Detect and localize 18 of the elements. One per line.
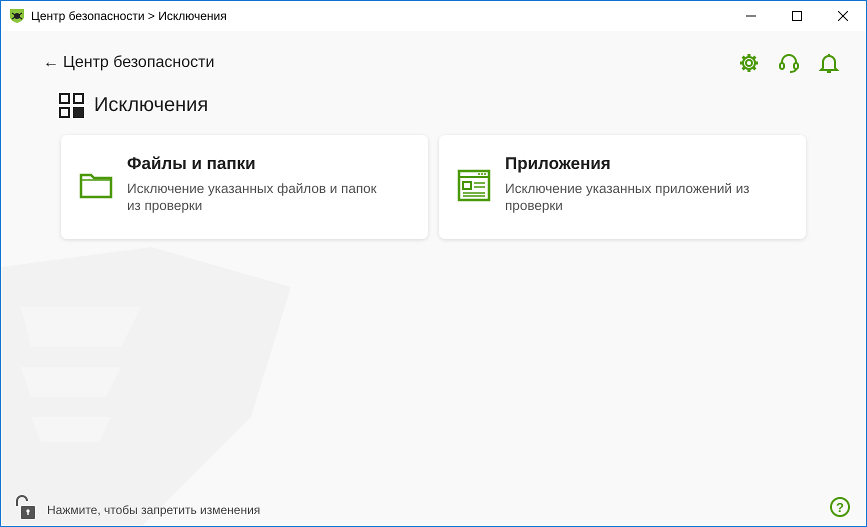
settings-icon[interactable] (738, 52, 760, 74)
window-title: Центр безопасности > Исключения (31, 9, 228, 23)
status-text[interactable]: Нажмите, чтобы запретить изменения (47, 497, 830, 517)
app-window-icon (457, 168, 491, 202)
notifications-icon[interactable] (818, 52, 840, 74)
page-title: Исключения (94, 94, 208, 117)
category-card[interactable]: Файлы и папки Исключение указанных файлов и папок из проверки (61, 135, 428, 239)
headset-icon[interactable] (778, 52, 800, 74)
maximize-icon[interactable] (792, 11, 802, 21)
close-icon[interactable] (838, 11, 848, 21)
card-description: Исключение указанных файлов и папок из проверки (127, 180, 378, 214)
spider-logo-icon (9, 8, 25, 24)
card-description: Исключение указанных приложений из проверки (505, 180, 750, 214)
category-card[interactable]: Приложения Исключение указанных приложений из проверки (439, 135, 806, 239)
card-title: Файлы и папки (127, 154, 257, 174)
card-title: Приложения (505, 154, 612, 174)
grid-icon (59, 93, 84, 118)
back-link[interactable]: ← Центр безопасности (43, 54, 214, 72)
